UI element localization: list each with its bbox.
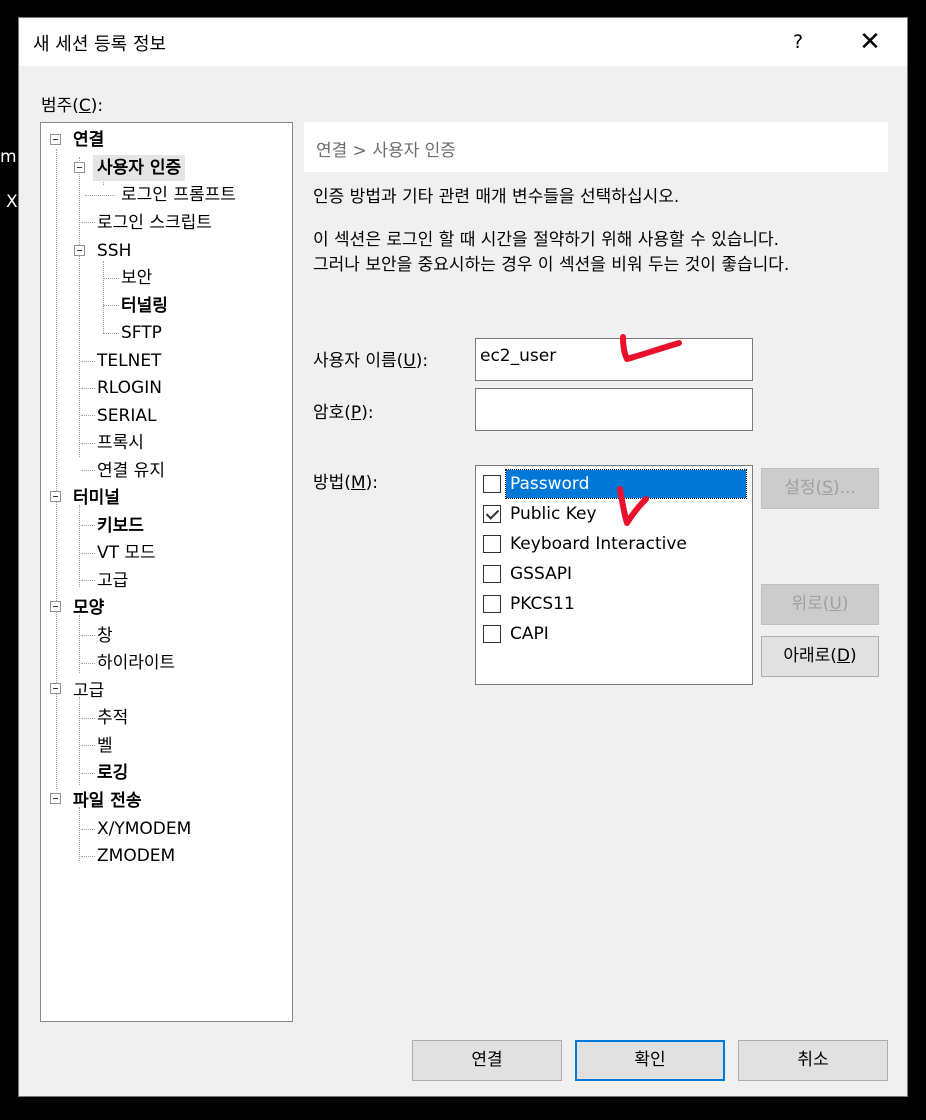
- tree-item-ssh[interactable]: SSH: [97, 238, 131, 264]
- collapse-toggle-icon[interactable]: [50, 134, 61, 145]
- method-label: 방법(M):: [313, 473, 378, 493]
- description-text: 그러나 보안을 중요시하는 경우 이 섹션을 비워 두는 것이 좋습니다.: [313, 255, 790, 275]
- help-button[interactable]: ?: [776, 24, 820, 60]
- checkbox[interactable]: [483, 565, 501, 583]
- tree-item-xymodem[interactable]: X/YMODEM: [97, 816, 191, 842]
- dialog-title: 새 세션 등록 정보: [33, 34, 167, 55]
- tree-item-window[interactable]: 창: [97, 623, 113, 649]
- tree-item-trace[interactable]: 추적: [97, 705, 128, 731]
- connect-button[interactable]: 연결: [412, 1040, 562, 1081]
- checkbox[interactable]: [483, 625, 501, 643]
- username-input[interactable]: ec2_user: [475, 338, 753, 381]
- checkbox[interactable]: [483, 595, 501, 613]
- tree-item-keepalive[interactable]: 연결 유지: [97, 458, 165, 484]
- method-item-pkcs11[interactable]: PKCS11: [482, 590, 750, 618]
- checkbox[interactable]: [483, 505, 501, 523]
- tree-item-advanced[interactable]: 고급: [97, 568, 128, 594]
- category-label: 범주(C):: [41, 96, 104, 116]
- method-item-label: GSSAPI: [510, 564, 572, 584]
- move-down-button[interactable]: 아래로(D): [761, 636, 879, 677]
- move-up-button[interactable]: 위로(U): [761, 584, 879, 625]
- tree-item-highlight[interactable]: 하이라이트: [97, 650, 175, 676]
- password-label: 암호(P):: [313, 403, 374, 423]
- tree-item-connection[interactable]: 연결: [73, 127, 104, 153]
- tree-item-terminal[interactable]: 터미널: [73, 485, 120, 511]
- tree-item-rlogin[interactable]: RLOGIN: [97, 375, 162, 401]
- tree-item-security[interactable]: 보안: [121, 265, 152, 291]
- tree-item-keyboard[interactable]: 키보드: [97, 513, 144, 539]
- breadcrumb: 연결 > 사용자 인증: [304, 122, 888, 172]
- tree-item-file-transfer[interactable]: 파일 전송: [73, 788, 141, 814]
- background-window-text: X: [6, 192, 18, 212]
- tree-item-appearance[interactable]: 모양: [73, 595, 104, 621]
- description-text: 인증 방법과 기타 관련 매개 변수들을 선택하십시오.: [313, 187, 680, 207]
- tree-item-vt-mode[interactable]: VT 모드: [97, 540, 156, 566]
- method-item-gssapi[interactable]: GSSAPI: [482, 560, 750, 588]
- tree-item-tunneling[interactable]: 터널링: [121, 293, 168, 319]
- collapse-toggle-icon[interactable]: [50, 683, 61, 694]
- tree-item-logging[interactable]: 로깅: [97, 760, 128, 786]
- close-button[interactable]: ✕: [848, 24, 892, 60]
- session-properties-dialog: 새 세션 등록 정보 ? ✕ 범주(C): 연결 사용자 인증 로그인 프롬프트…: [18, 17, 908, 1097]
- red-checkmark-annotation: [617, 486, 649, 526]
- description-text: 이 섹션은 로그인 할 때 시간을 절약하기 위해 사용할 수 있습니다.: [313, 230, 780, 250]
- method-item-capi[interactable]: CAPI: [482, 620, 750, 648]
- tree-item-user-auth[interactable]: 사용자 인증: [93, 155, 186, 181]
- tree-item-telnet[interactable]: TELNET: [97, 348, 161, 374]
- username-label: 사용자 이름(U):: [313, 351, 429, 371]
- collapse-toggle-icon[interactable]: [74, 245, 85, 256]
- category-tree[interactable]: 연결 사용자 인증 로그인 프롬프트 로그인 스크립트 SSH 보안 터널링 S…: [40, 122, 293, 1022]
- tree-item-advanced-root[interactable]: 고급: [73, 678, 104, 704]
- collapse-toggle-icon[interactable]: [50, 793, 61, 804]
- cancel-button[interactable]: 취소: [738, 1040, 888, 1081]
- tree-item-sftp[interactable]: SFTP: [121, 320, 162, 346]
- tree-item-proxy[interactable]: 프록시: [97, 430, 144, 456]
- settings-button[interactable]: 설정(S)...: [761, 468, 879, 509]
- title-bar: 새 세션 등록 정보 ? ✕: [19, 18, 907, 66]
- tree-item-login-prompt[interactable]: 로그인 프롬프트: [121, 182, 236, 208]
- ok-button[interactable]: 확인: [575, 1040, 725, 1081]
- method-item-label: PKCS11: [510, 594, 575, 614]
- tree-item-zmodem[interactable]: ZMODEM: [97, 843, 175, 869]
- collapse-toggle-icon[interactable]: [50, 601, 61, 612]
- method-item-label: Keyboard Interactive: [510, 534, 687, 554]
- red-checkmark-annotation: [620, 334, 682, 362]
- collapse-toggle-icon[interactable]: [74, 162, 85, 173]
- tree-item-serial[interactable]: SERIAL: [97, 403, 156, 429]
- checkbox[interactable]: [483, 535, 501, 553]
- method-item-keyboard-interactive[interactable]: Keyboard Interactive: [482, 530, 750, 558]
- tree-item-bell[interactable]: 벨: [97, 733, 113, 759]
- tree-item-login-script[interactable]: 로그인 스크립트: [97, 210, 212, 236]
- password-input[interactable]: [475, 388, 753, 431]
- checkbox[interactable]: [483, 475, 501, 493]
- method-item-label: CAPI: [510, 624, 549, 644]
- collapse-toggle-icon[interactable]: [50, 491, 61, 502]
